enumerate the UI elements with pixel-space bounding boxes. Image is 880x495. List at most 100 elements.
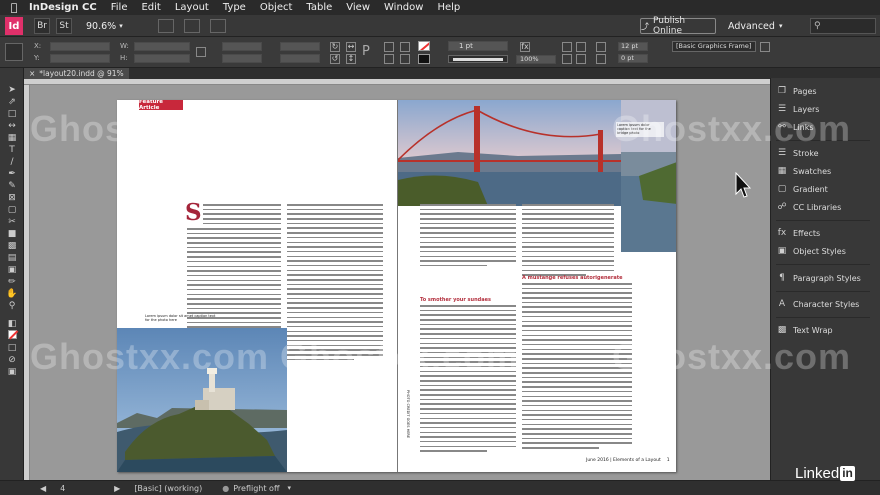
menu-window[interactable]: Window (377, 2, 430, 13)
menu-table[interactable]: Table (299, 2, 339, 13)
fit-content-icon[interactable] (562, 42, 572, 52)
panel-character-styles[interactable]: A Character Styles (777, 299, 873, 309)
fill-stroke-icon[interactable] (0, 330, 24, 342)
select-next-icon[interactable] (400, 54, 410, 64)
fit-frame-icon[interactable] (576, 42, 586, 52)
corner-size-field[interactable]: 0 pt (618, 54, 648, 63)
eyedropper-tool-icon[interactable]: ✏ (0, 276, 24, 288)
fx-icon[interactable]: fx (520, 42, 530, 52)
panel-gradient[interactable]: ▢ Gradient (777, 184, 873, 194)
page-tool-icon[interactable]: □ (0, 108, 24, 120)
alcatraz-photo[interactable] (117, 328, 287, 472)
panel-stroke[interactable]: ☰ Stroke (777, 148, 873, 158)
subhead-1[interactable]: To smother your sundaes (420, 297, 516, 303)
rectangle-frame-tool-icon[interactable]: ⊠ (0, 192, 24, 204)
center-content-icon[interactable] (562, 54, 572, 64)
body-text-column-1[interactable] (203, 204, 281, 227)
gap-tool-icon[interactable]: ↔ (0, 120, 24, 132)
fill-swatch-icon[interactable] (418, 41, 430, 51)
shear-field[interactable] (280, 54, 320, 63)
menu-type[interactable]: Type (216, 2, 253, 13)
panel-layers[interactable]: ☰ Layers (777, 104, 873, 114)
fill-frame-icon[interactable] (576, 54, 586, 64)
page-number-field[interactable]: 4 (60, 484, 100, 493)
publish-online-button[interactable]: ⤴ Publish Online (640, 16, 716, 36)
constrain-proportions-icon[interactable] (196, 47, 206, 57)
line-tool-icon[interactable]: ∕ (0, 156, 24, 168)
panel-object-styles[interactable]: ▣ Object Styles (777, 246, 873, 256)
body-text-column-2[interactable] (287, 204, 383, 363)
body-text-column-4[interactable] (522, 204, 614, 279)
x-field[interactable] (50, 42, 110, 51)
content-collector-icon[interactable]: ▦ (0, 132, 24, 144)
apple-icon[interactable]:  (6, 1, 22, 14)
scale-y-field[interactable] (222, 54, 262, 63)
horizontal-ruler[interactable] (24, 79, 770, 85)
object-style-menu-icon[interactable] (760, 42, 770, 52)
menu-view[interactable]: View (339, 2, 377, 13)
feature-article-badge[interactable]: Feature Article (139, 100, 183, 111)
menu-file[interactable]: File (104, 2, 135, 13)
workspace-switcher[interactable]: Advanced ▾ (728, 18, 782, 34)
stroke-weight-field[interactable]: 1 pt (448, 41, 508, 51)
free-transform-tool-icon[interactable]: ■ (0, 228, 24, 240)
opacity-field[interactable]: 100% (516, 55, 556, 64)
preflight-status[interactable]: Preflight off (233, 484, 279, 493)
screen-mode-tool-icon[interactable]: ▣ (0, 366, 24, 378)
rectangle-tool-icon[interactable]: ▢ (0, 204, 24, 216)
rotate-ccw-icon[interactable]: ↺ (330, 54, 340, 64)
panel-swatches[interactable]: ▦ Swatches (777, 166, 873, 176)
stroke-swatch-icon[interactable] (418, 54, 430, 64)
body-text-column-4b[interactable] (522, 283, 632, 452)
menu-object[interactable]: Object (253, 2, 300, 13)
panel-paragraph-styles[interactable]: ¶ Paragraph Styles (777, 273, 873, 283)
select-container-icon[interactable] (384, 42, 394, 52)
flip-horizontal-icon[interactable]: ↔ (346, 42, 356, 52)
bridge-button[interactable]: Br (34, 18, 50, 34)
arrange-documents-icon[interactable] (210, 19, 226, 33)
first-page-icon[interactable]: ◀ (40, 484, 46, 493)
pen-tool-icon[interactable]: ✒ (0, 168, 24, 180)
body-text-column-3[interactable] (420, 204, 516, 270)
object-style-select[interactable]: [Basic Graphics Frame] (672, 41, 756, 52)
close-icon[interactable]: × (29, 69, 35, 78)
view-options-icon[interactable] (158, 19, 174, 33)
apply-none-icon[interactable]: ⊘ (0, 354, 24, 366)
type-tool-icon[interactable]: T (0, 144, 24, 156)
selection-tool-icon[interactable]: ➤ (0, 84, 24, 96)
next-page-icon[interactable]: ▶ (114, 484, 120, 493)
text-wrap-bbox-icon[interactable] (596, 54, 606, 64)
formatting-affects-container-icon[interactable]: □ (0, 342, 24, 354)
note-tool-icon[interactable]: ▣ (0, 264, 24, 276)
stroke-type-select[interactable] (448, 55, 508, 63)
preflight-status-icon[interactable]: ● (222, 484, 229, 493)
scale-x-field[interactable] (222, 42, 262, 51)
body-text-column-3b[interactable] (420, 305, 516, 455)
width-field[interactable] (134, 42, 190, 51)
golden-gate-bridge-photo[interactable] (398, 100, 621, 206)
flip-vertical-icon[interactable]: ↕ (346, 54, 356, 64)
menu-layout[interactable]: Layout (168, 2, 216, 13)
pencil-tool-icon[interactable]: ✎ (0, 180, 24, 192)
panel-pages[interactable]: ❐ Pages (777, 86, 873, 96)
gradient-feather-tool-icon[interactable]: ▤ (0, 252, 24, 264)
screen-mode-icon[interactable] (184, 19, 200, 33)
panel-effects[interactable]: fx Effects (777, 228, 873, 238)
subhead-2[interactable]: A mustange refuses autorigenerate (522, 275, 632, 281)
panel-links[interactable]: ⚯ Links (777, 122, 873, 132)
direct-selection-tool-icon[interactable]: ⇗ (0, 96, 24, 108)
text-wrap-none-icon[interactable] (596, 42, 606, 52)
y-field[interactable] (50, 54, 110, 63)
select-content-icon[interactable] (384, 54, 394, 64)
page-spread[interactable]: Feature Article S Lorem ipsum dolor sit … (117, 100, 676, 472)
panel-dock-header[interactable] (770, 68, 880, 78)
rotate-cw-icon[interactable]: ↻ (330, 42, 340, 52)
hand-tool-icon[interactable]: ✋ (0, 288, 24, 300)
menu-help[interactable]: Help (430, 2, 467, 13)
select-previous-icon[interactable] (400, 42, 410, 52)
zoom-select[interactable]: 90.6% ▾ (86, 18, 134, 34)
panel-cc-libraries[interactable]: ☍ CC Libraries (777, 202, 873, 212)
gradient-swatch-tool-icon[interactable]: ▩ (0, 240, 24, 252)
menu-edit[interactable]: Edit (134, 2, 167, 13)
app-name-menu[interactable]: InDesign CC (22, 2, 104, 13)
